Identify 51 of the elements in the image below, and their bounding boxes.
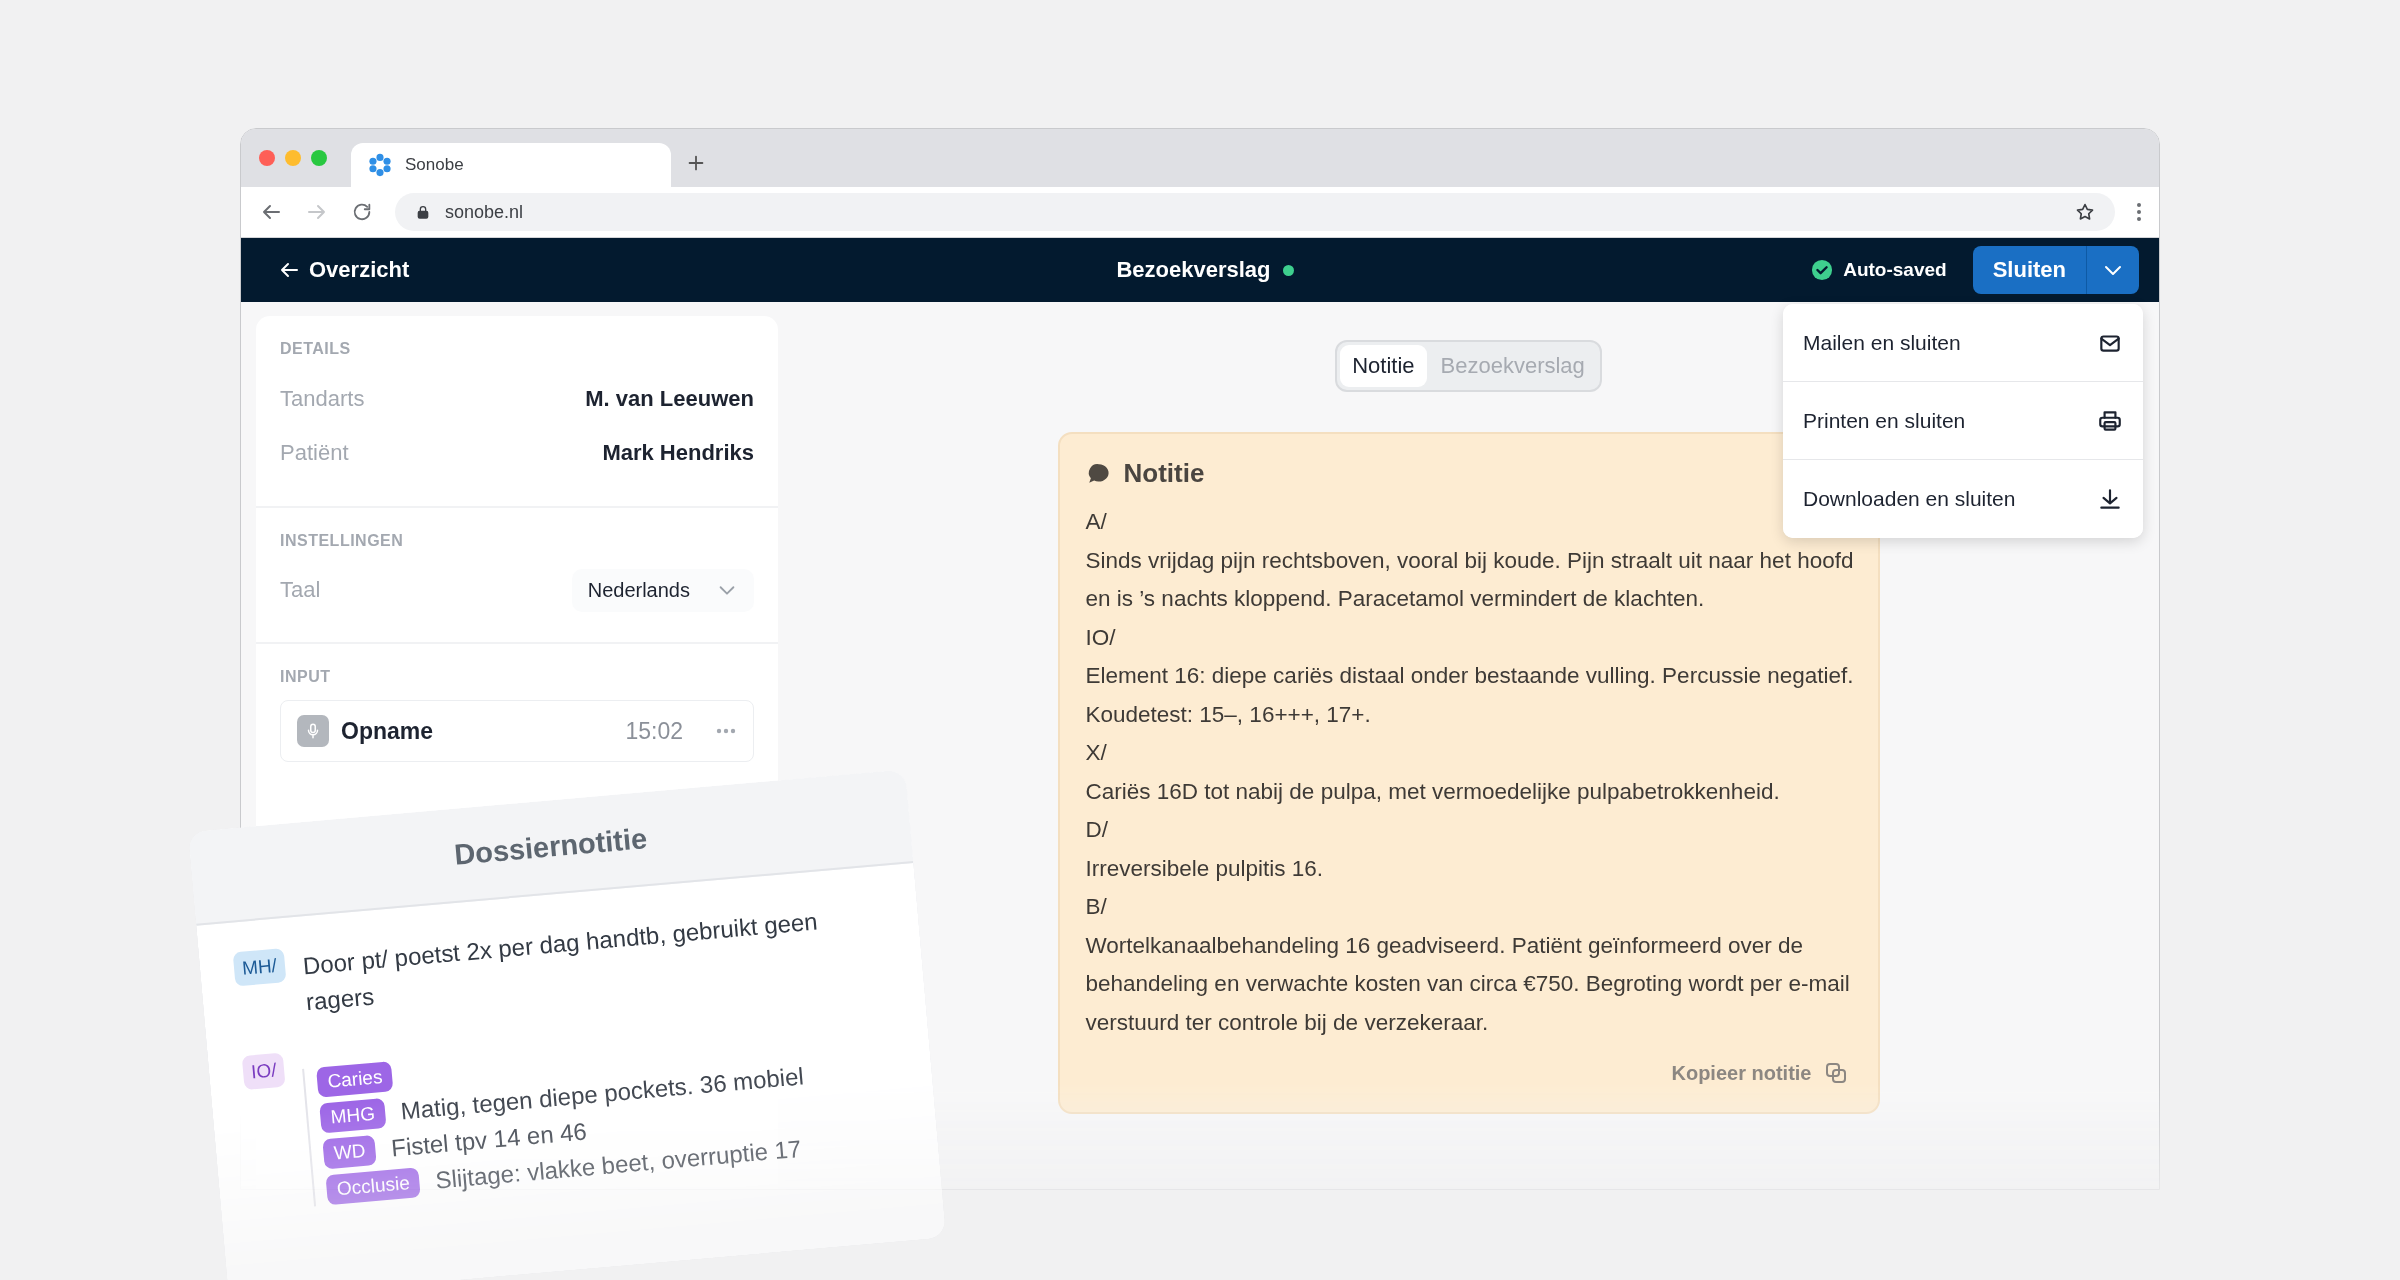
check-circle-icon	[1811, 259, 1834, 281]
note-title: Notitie	[1123, 458, 1205, 489]
note-text: Wortelkanaalbehandeling 16 geadviseerd. Patiënt geïnformeerd over de behandeling en verwachte kosten van circa €750. Begroting wordt per e-mail verstuurd ter controle bij de verzekeraar.	[1085, 931, 1851, 1037]
section-code: MH/	[232, 948, 287, 987]
note-text: B/	[1085, 893, 1108, 921]
note-text: Cariës 16D tot nabij de pulpa, met vermoedelijke pulpabetrokkenheid.	[1085, 777, 1781, 806]
recording-name: Opname	[341, 717, 435, 745]
minimize-window-icon[interactable]	[285, 150, 301, 166]
recording-item[interactable]: Opname 15:02	[280, 700, 754, 762]
tag: Caries	[316, 1061, 394, 1098]
lock-icon	[415, 204, 431, 220]
menu-item[interactable]: Printen en sluiten	[1783, 382, 2143, 460]
more-vertical-icon[interactable]	[2137, 203, 2141, 221]
field-label: Taal	[280, 577, 321, 603]
section-heading: INSTELLINGEN	[280, 532, 405, 550]
note-text: Element 16: diepe cariës distaal onder bestaande vulling. Percussie negatief. Koudetest: 15–, 16+++, 17+.	[1085, 662, 1854, 729]
section-heading: DETAILS	[280, 340, 352, 358]
note-text: A/	[1085, 508, 1108, 536]
status-dot	[1282, 264, 1294, 276]
note-text: Sinds vrijdag pijn rechtsboven, vooral bij koude. Pijn straalt uit naar het hoofd en is ’s nachts kloppend. Paracetamol vermindert de klachten.	[1085, 546, 1854, 613]
tag: WD	[322, 1134, 377, 1170]
note-text: IO/	[1085, 623, 1117, 652]
reload-icon	[351, 201, 373, 223]
close-window-icon[interactable]	[259, 150, 275, 166]
field-label: Tandarts	[280, 386, 365, 412]
more-horizontal-icon[interactable]	[715, 728, 737, 734]
language-select[interactable]: Nederlands	[571, 568, 754, 612]
field-label: Patiënt	[280, 440, 349, 466]
star-icon	[2075, 202, 2095, 222]
note-text: D/	[1085, 816, 1109, 844]
copy-icon	[1823, 1061, 1848, 1085]
menu-item[interactable]: Downloaden en sluiten	[1783, 460, 2143, 538]
section-code: IO/	[241, 1052, 286, 1091]
flower-logo-icon	[367, 152, 393, 178]
autosave-status: Auto-saved	[1843, 259, 1947, 281]
note-text: X/	[1085, 739, 1108, 767]
browser-tab[interactable]: Sonobe	[351, 143, 671, 187]
page-title: Bezoekverslag	[1116, 257, 1271, 283]
tag: MHG	[319, 1097, 387, 1134]
section-heading: INPUT	[280, 668, 332, 686]
tag: Occlusie	[325, 1167, 421, 1206]
back-link[interactable]: Overzicht	[271, 256, 416, 284]
recording-time: 15:02	[625, 717, 683, 745]
download-icon	[2097, 486, 2123, 512]
field-value: M. van Leeuwen	[585, 386, 754, 412]
address-field[interactable]: sonobe.nl	[395, 193, 2115, 231]
note-text: Irreversibele pulpitis 16.	[1085, 854, 1325, 883]
field-value: Mark Hendriks	[602, 440, 754, 466]
maximize-window-icon[interactable]	[311, 150, 327, 166]
menu-item[interactable]: Mailen en sluiten	[1783, 304, 2143, 382]
view-tab[interactable]: Notitie	[1340, 345, 1427, 387]
